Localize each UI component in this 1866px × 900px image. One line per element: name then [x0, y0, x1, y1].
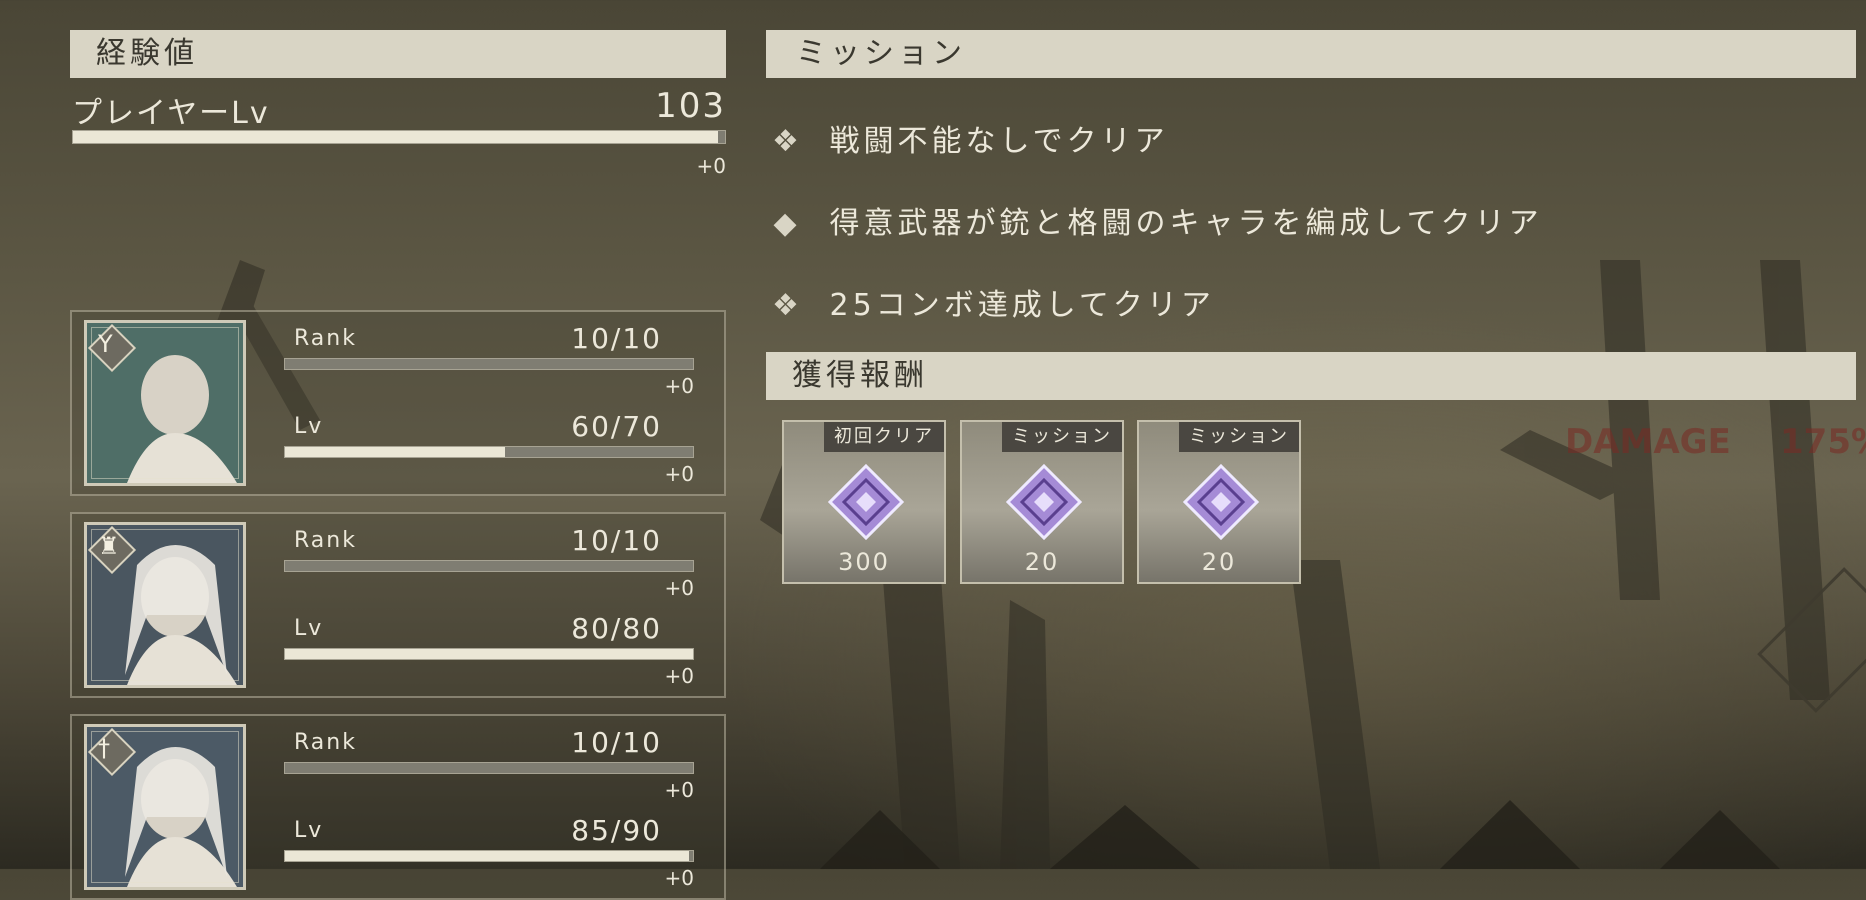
rank-bar	[284, 560, 694, 572]
level-gain: +0	[664, 462, 694, 486]
background-damage-label: DAMAGE	[1565, 422, 1731, 462]
gem-icon	[1183, 464, 1259, 540]
rank-bar	[284, 358, 694, 370]
level-bar	[284, 446, 694, 458]
level-bar	[284, 648, 694, 660]
level-bar-fill	[285, 851, 689, 861]
rank-value: 10/10	[571, 726, 662, 759]
rank-label: Rank	[294, 326, 357, 351]
rewards-header: 獲得報酬	[766, 352, 1856, 400]
level-bar	[284, 850, 694, 862]
rank-gain: +0	[664, 374, 694, 398]
mission-text: 戦闘不能なしでクリア	[829, 124, 1169, 159]
player-exp-bar-fill	[73, 131, 719, 143]
character-portrait: Y	[84, 320, 246, 486]
rank-gain: +0	[664, 778, 694, 802]
level-label: Lv	[294, 616, 324, 641]
mission-header-text: ミッション	[796, 36, 966, 71]
rank-bar	[284, 762, 694, 774]
experience-header: 経験値	[70, 30, 726, 78]
mission-item: ❖ 25コンボ達成してクリア	[772, 280, 1215, 324]
level-label: Lv	[294, 414, 324, 439]
reward-card[interactable]: ミッション 20	[1137, 420, 1301, 584]
character-portrait: ♜	[84, 522, 246, 688]
staff-icon: Y	[98, 330, 113, 358]
rewards-header-text: 獲得報酬	[792, 358, 928, 393]
character-card: † Rank 10/10 +0 Lv 85/90 +0	[70, 714, 726, 900]
experience-header-text: 経験値	[96, 36, 198, 71]
hammer-icon: ♜	[98, 532, 120, 560]
rank-value: 10/10	[571, 322, 662, 355]
character-card: Y Rank 10/10 +0 Lv 60/70 +0	[70, 310, 726, 496]
reward-tag: ミッション	[1002, 422, 1122, 452]
rank-label: Rank	[294, 528, 357, 553]
background-damage-value: 175%	[1780, 422, 1866, 462]
reward-tag: ミッション	[1179, 422, 1299, 452]
diamond-cluster-icon: ❖	[772, 288, 803, 323]
character-portrait: †	[84, 724, 246, 890]
reward-tag: 初回クリア	[824, 422, 944, 452]
player-exp-gain: +0	[696, 154, 726, 178]
mission-item: ❖ 戦闘不能なしでクリア	[772, 116, 1169, 160]
level-bar-fill	[285, 447, 506, 457]
rank-gain: +0	[664, 576, 694, 600]
mission-item: ◆ 得意武器が銃と格闘のキャラを編成してクリア	[772, 198, 1543, 242]
player-level-value: 103	[655, 86, 726, 126]
level-gain: +0	[664, 866, 694, 890]
level-value: 80/80	[571, 612, 662, 645]
level-value: 85/90	[571, 814, 662, 847]
level-gain: +0	[664, 664, 694, 688]
gem-icon	[828, 464, 904, 540]
mission-header: ミッション	[766, 30, 1856, 78]
level-label: Lv	[294, 818, 324, 843]
sword-icon: †	[98, 734, 110, 762]
diamond-cluster-icon: ❖	[772, 124, 803, 159]
rank-label: Rank	[294, 730, 357, 755]
player-exp-bar	[72, 130, 726, 144]
rank-value: 10/10	[571, 524, 662, 557]
mission-text: 25コンボ達成してクリア	[829, 288, 1215, 323]
diamond-icon: ◆	[773, 206, 801, 241]
player-level-label: プレイヤーLv	[72, 96, 270, 131]
reward-amount: 20	[1201, 548, 1237, 576]
reward-card[interactable]: 初回クリア 300	[782, 420, 946, 584]
reward-card[interactable]: ミッション 20	[960, 420, 1124, 584]
reward-amount: 20	[1024, 548, 1060, 576]
level-value: 60/70	[571, 410, 662, 443]
reward-amount: 300	[838, 548, 890, 576]
level-bar-fill	[285, 649, 693, 659]
gem-icon	[1006, 464, 1082, 540]
mission-text: 得意武器が銃と格闘のキャラを編成してクリア	[829, 206, 1543, 241]
character-card: ♜ Rank 10/10 +0 Lv 80/80 +0	[70, 512, 726, 698]
